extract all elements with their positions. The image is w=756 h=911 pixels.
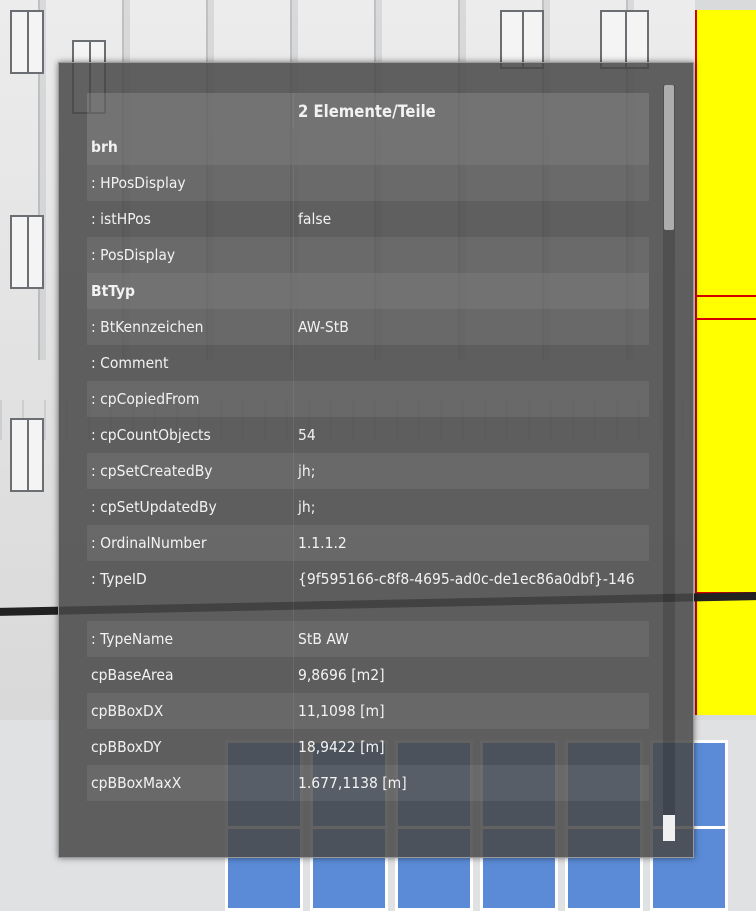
property-value: 1.1.1.2 xyxy=(293,525,649,561)
properties-table: 2 Elemente/Teile brh : HPosDisplay : istHP… xyxy=(87,93,649,801)
property-key: cpBBoxDY xyxy=(91,738,162,756)
property-row: : cpSetCreatedBy jh; xyxy=(87,453,649,489)
property-key: cpBBoxMaxX xyxy=(91,774,182,792)
facade-window xyxy=(600,10,649,69)
property-row: cpBBoxDX 11,1098 [m] xyxy=(87,693,649,729)
selected-wall-element[interactable] xyxy=(695,10,756,715)
property-value: 9,8696 [m2] xyxy=(293,657,649,693)
property-key: : BtKennzeichen xyxy=(91,318,204,336)
property-value: jh; xyxy=(293,453,649,489)
property-key: : cpSetCreatedBy xyxy=(91,462,213,480)
panel-title: 2 Elemente/Teile xyxy=(293,93,649,129)
property-key: : Comment xyxy=(91,354,169,372)
property-key: : HPosDisplay xyxy=(91,174,186,192)
facade-window xyxy=(500,10,544,69)
section-label: BtTyp xyxy=(91,282,136,300)
property-row: : Comment xyxy=(87,345,649,381)
property-row: : cpCountObjects 54 xyxy=(87,417,649,453)
property-row: cpBaseArea 9,8696 [m2] xyxy=(87,657,649,693)
property-row: : cpCopiedFrom xyxy=(87,381,649,417)
facade-window xyxy=(10,215,44,289)
wall-edge-line xyxy=(695,318,756,320)
property-key: : cpCopiedFrom xyxy=(91,390,200,408)
property-value: StB AW xyxy=(293,621,649,657)
property-key: cpBBoxDX xyxy=(91,702,164,720)
property-row: : TypeName StB AW xyxy=(87,621,649,657)
property-value: false xyxy=(293,201,649,237)
facade-window xyxy=(10,418,44,492)
section-row: brh xyxy=(87,129,649,165)
property-key: cpBaseArea xyxy=(91,666,174,684)
scrollbar-thumb[interactable] xyxy=(664,85,674,230)
property-key: : TypeID xyxy=(91,570,147,588)
title-spacer xyxy=(87,93,293,129)
property-value xyxy=(293,165,649,201)
panel-title-row: 2 Elemente/Teile xyxy=(87,93,649,129)
property-value: 54 xyxy=(293,417,649,453)
property-row: : BtKennzeichen AW-StB xyxy=(87,309,649,345)
property-value: jh; xyxy=(293,489,649,525)
vertical-scrollbar[interactable] xyxy=(663,85,675,841)
property-key: : cpSetUpdatedBy xyxy=(91,498,217,516)
section-row: BtTyp xyxy=(87,273,649,309)
property-value: 1.677,1138 [m] xyxy=(293,765,649,801)
property-row: cpBBoxMaxX 1.677,1138 [m] xyxy=(87,765,649,801)
property-key: : cpCountObjects xyxy=(91,426,211,444)
property-value: 11,1098 [m] xyxy=(293,693,649,729)
property-row: : TypeID {9f595166-c8f8-4695-ad0c-de1ec86… xyxy=(87,561,649,621)
property-value xyxy=(293,237,649,273)
property-value: {9f595166-c8f8-4695-ad0c-de1ec86a0dbf}-1… xyxy=(293,561,649,621)
wall-edge-line xyxy=(695,295,756,297)
property-row: cpBBoxDY 18,9422 [m] xyxy=(87,729,649,765)
property-row: : OrdinalNumber 1.1.1.2 xyxy=(87,525,649,561)
section-label: brh xyxy=(91,138,118,156)
property-row: : HPosDisplay xyxy=(87,165,649,201)
property-value: AW-StB xyxy=(293,309,649,345)
property-key: : PosDisplay xyxy=(91,246,176,264)
property-value: 18,9422 [m] xyxy=(293,729,649,765)
property-row: : cpSetUpdatedBy jh; xyxy=(87,489,649,525)
property-value xyxy=(293,345,649,381)
property-key: : OrdinalNumber xyxy=(91,534,207,552)
property-row: : PosDisplay xyxy=(87,237,649,273)
property-key: : istHPos xyxy=(91,210,151,228)
scrollbar-end-button[interactable] xyxy=(663,815,675,841)
property-key: : TypeName xyxy=(91,630,174,648)
facade-window xyxy=(10,10,44,74)
property-row: : istHPos false xyxy=(87,201,649,237)
property-value xyxy=(293,381,649,417)
element-properties-tooltip[interactable]: 2 Elemente/Teile brh : HPosDisplay : istHP… xyxy=(58,62,694,858)
